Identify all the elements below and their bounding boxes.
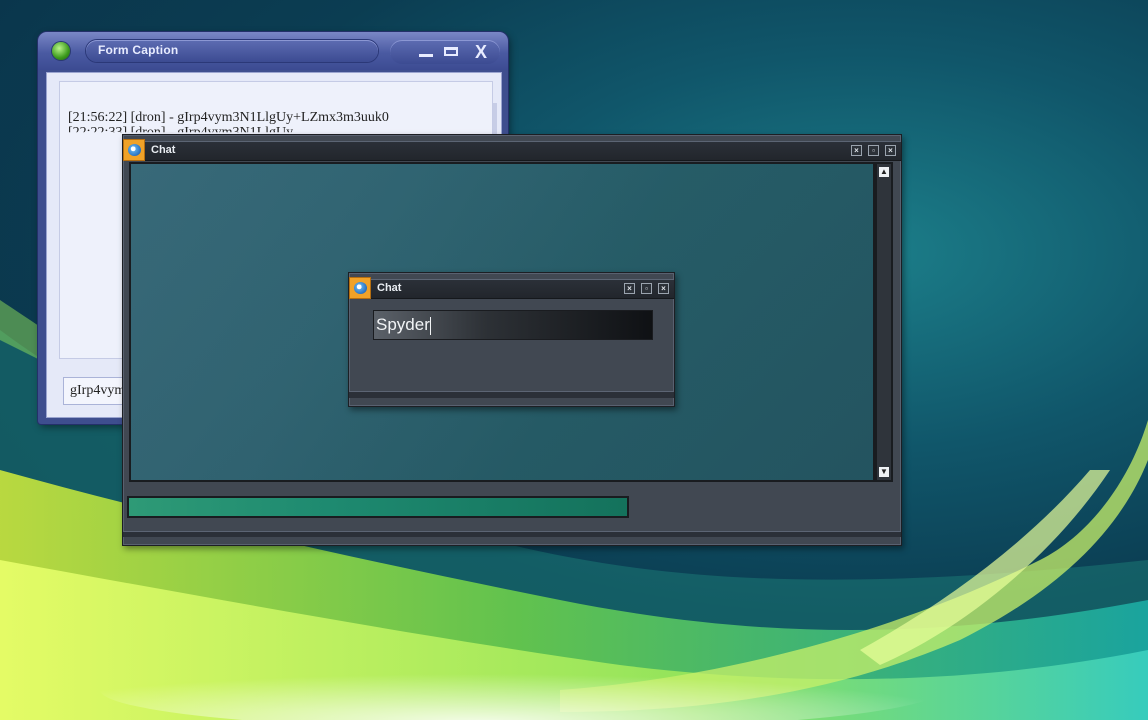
- chat-message-input[interactable]: [127, 496, 629, 518]
- form-caption: Form Caption: [98, 43, 179, 57]
- close-button[interactable]: ×: [658, 283, 669, 294]
- minimize-button[interactable]: [416, 44, 436, 60]
- nick-dialog-bottom-border: [349, 391, 674, 398]
- nickname-value: Spyder: [376, 315, 430, 334]
- scroll-down-icon[interactable]: ▼: [879, 467, 889, 477]
- nick-dialog[interactable]: Chat × ▫ × Spyder: [348, 272, 675, 407]
- chat-title: Chat: [151, 144, 176, 156]
- log-line: [21:56:22] [dron] - gIrp4vym3N1LlgUy+LZm…: [68, 110, 389, 125]
- chat-bottom-border: [123, 531, 901, 537]
- close-button[interactable]: ×: [885, 145, 896, 156]
- form-titlebar[interactable]: Form Caption X: [38, 32, 508, 70]
- nick-dialog-title: Chat: [377, 282, 402, 294]
- chat-app-icon: [349, 277, 371, 299]
- nick-dialog-titlebar[interactable]: Chat × ▫ ×: [349, 277, 674, 299]
- scroll-up-icon[interactable]: ▲: [879, 167, 889, 177]
- window-buttons: X: [390, 40, 500, 64]
- minimize-button[interactable]: ×: [624, 283, 635, 294]
- chat-titlebar[interactable]: Chat × ▫ ×: [123, 139, 901, 161]
- minimize-button[interactable]: ×: [851, 145, 862, 156]
- chat-app-icon: [123, 139, 145, 161]
- maximize-button[interactable]: [442, 44, 462, 60]
- maximize-button[interactable]: ▫: [868, 145, 879, 156]
- nickname-input[interactable]: Spyder: [373, 310, 653, 340]
- maximize-button[interactable]: ▫: [641, 283, 652, 294]
- close-button[interactable]: X: [470, 43, 492, 61]
- text-caret: [429, 316, 431, 335]
- app-logo-icon: [52, 42, 70, 60]
- chat-scrollbar[interactable]: ▲ ▼: [875, 162, 893, 482]
